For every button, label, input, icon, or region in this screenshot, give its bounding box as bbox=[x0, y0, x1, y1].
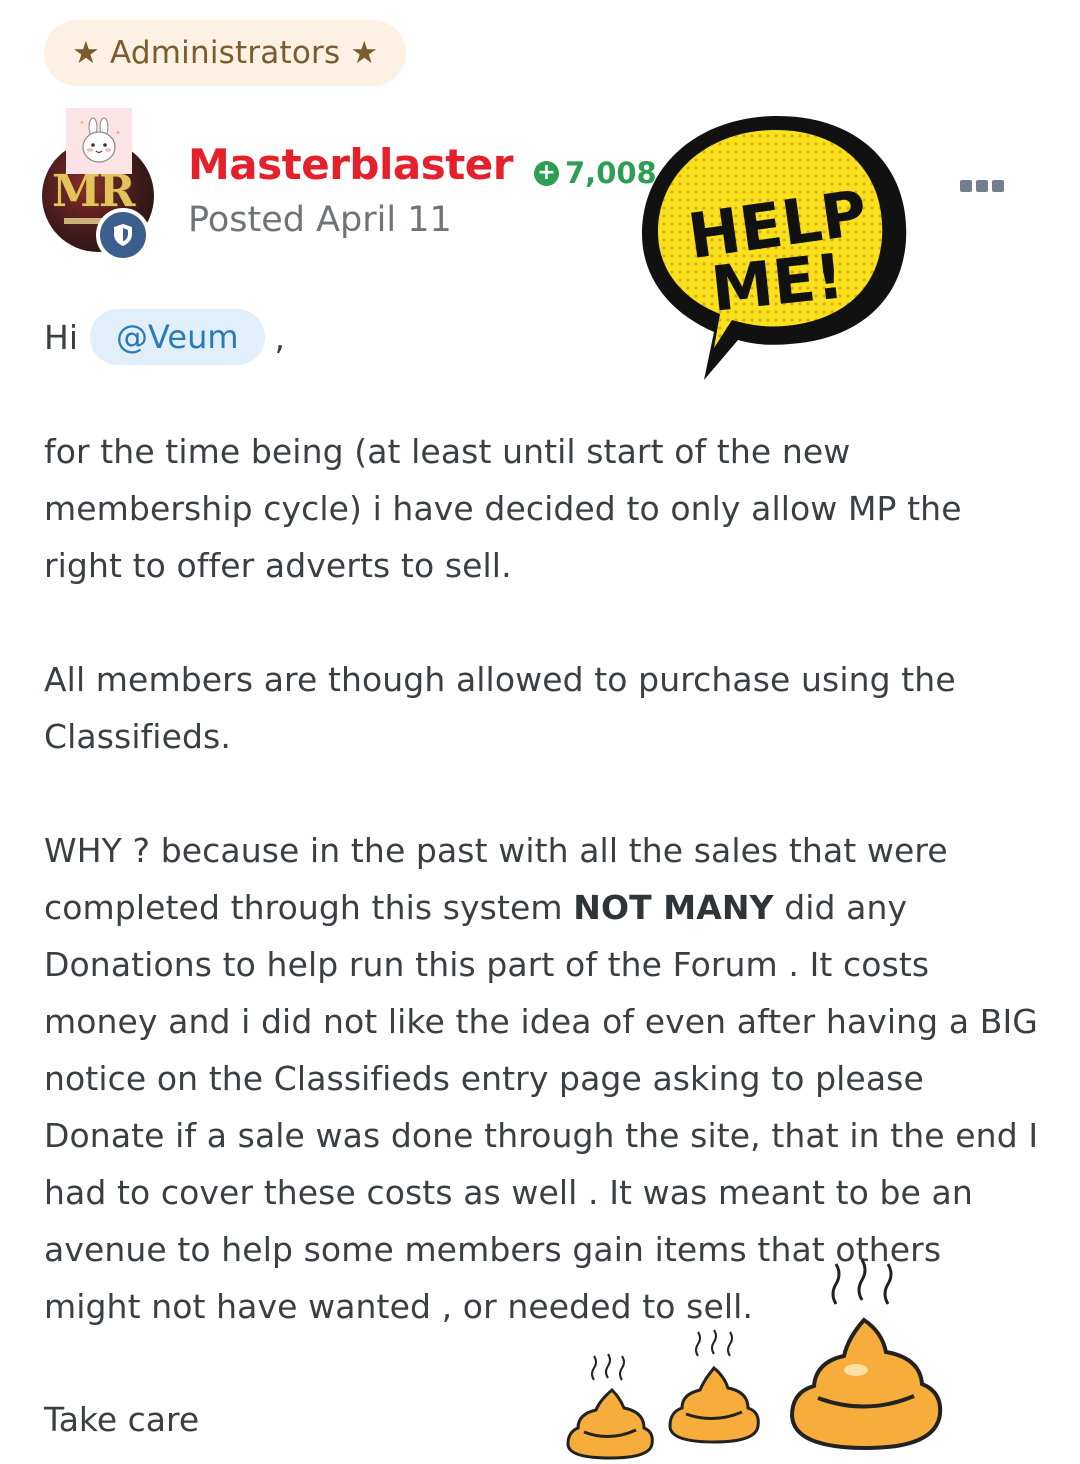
help-sticker-line2: ME! bbox=[708, 239, 847, 325]
paragraph-3-emphasis: NOT MANY bbox=[573, 888, 774, 927]
bunny-sticker-icon: ✦ ✦ bbox=[66, 108, 132, 174]
post-greeting: Hi @Veum , bbox=[44, 308, 285, 366]
user-mention[interactable]: @Veum bbox=[89, 309, 265, 365]
reputation-plus-icon: + bbox=[534, 160, 559, 186]
post-date[interactable]: Posted April 11 bbox=[188, 200, 452, 240]
author-name[interactable]: Masterblaster bbox=[188, 140, 514, 189]
greeting-tail: , bbox=[274, 317, 286, 357]
poop-emoji-icon bbox=[789, 1259, 943, 1451]
post-paragraph-2: All members are though allowed to purcha… bbox=[44, 660, 956, 756]
svg-text:✦: ✦ bbox=[115, 129, 121, 137]
poop-emoji-icon bbox=[668, 1329, 760, 1444]
help-me-sticker: HELP ME! bbox=[642, 116, 907, 380]
greeting-word: Hi bbox=[44, 317, 78, 357]
moderator-shield-icon bbox=[96, 208, 150, 262]
svg-text:✦: ✦ bbox=[79, 119, 85, 127]
poop-emoji-icon bbox=[566, 1353, 654, 1460]
post-menu-icon[interactable] bbox=[960, 180, 1004, 192]
post-paragraph-1: for the time being (at least until start… bbox=[44, 432, 962, 585]
post-signoff: Take care bbox=[44, 1400, 200, 1439]
group-badge: ★ Administrators ★ bbox=[44, 20, 407, 86]
group-badge-label: ★ Administrators ★ bbox=[72, 35, 379, 71]
